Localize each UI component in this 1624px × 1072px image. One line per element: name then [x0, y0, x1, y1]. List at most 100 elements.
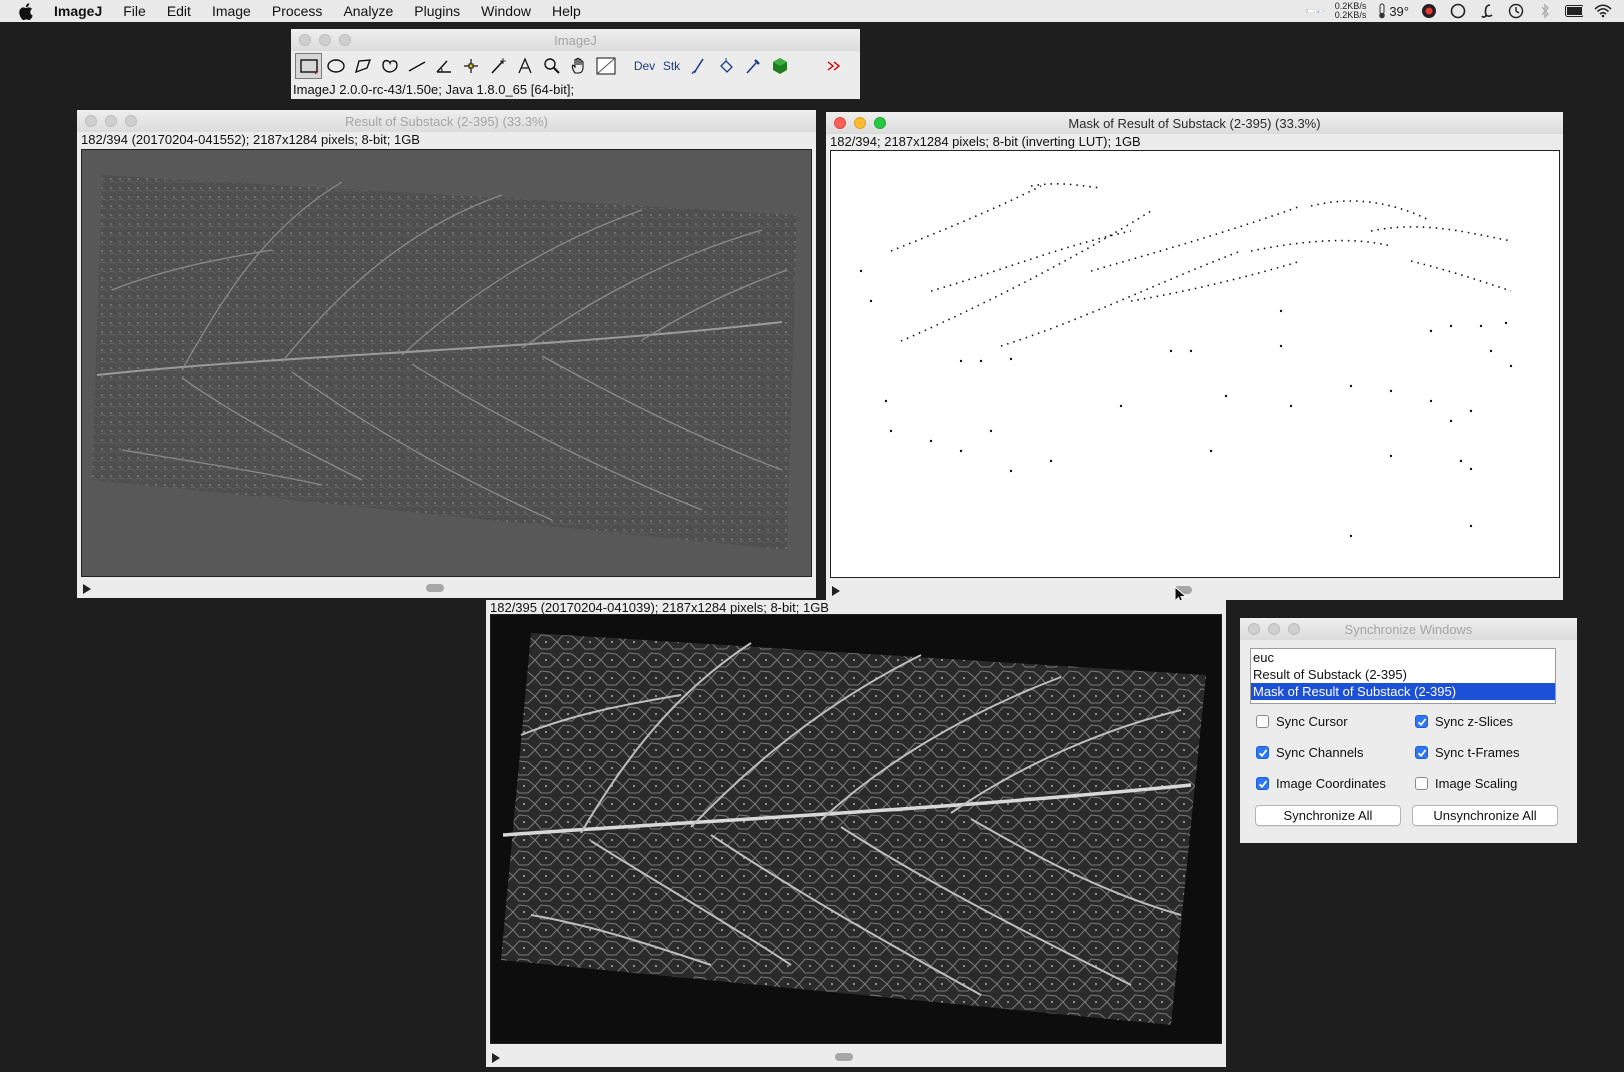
mask-slice-scrollbar[interactable]: [826, 582, 1563, 600]
play-icon[interactable]: [492, 1053, 500, 1063]
menu-plugins[interactable]: Plugins: [414, 3, 460, 19]
point-tool-icon[interactable]: [457, 53, 484, 79]
hand-tool-icon[interactable]: [565, 53, 592, 79]
hexagon-tool-icon[interactable]: [766, 53, 793, 79]
minimize-button[interactable]: [319, 34, 331, 46]
checkbox-box[interactable]: [1256, 777, 1269, 790]
blank-tool[interactable]: [793, 53, 820, 79]
close-button[interactable]: [85, 115, 97, 127]
stk-tool[interactable]: Stk: [658, 53, 685, 79]
minimize-button[interactable]: [854, 117, 866, 129]
brush-tool-icon[interactable]: [685, 53, 712, 79]
euc-image-canvas[interactable]: [490, 614, 1222, 1044]
cpu-graph-icon[interactable]: [1305, 2, 1324, 20]
sync-channels-label: Sync Channels: [1276, 745, 1364, 760]
line-tool-icon[interactable]: [403, 53, 430, 79]
synchronize-all-button[interactable]: Synchronize All: [1255, 805, 1401, 826]
image-coordinates-checkbox[interactable]: Image Coordinates: [1256, 776, 1386, 791]
menu-app-name[interactable]: ImageJ: [54, 3, 102, 19]
toolbar-status-text: ImageJ 2.0.0-rc-43/1.50e; Java 1.8.0_65 …: [293, 82, 575, 97]
menu-image[interactable]: Image: [212, 3, 251, 19]
temperature-text: 39°: [1389, 3, 1409, 19]
net-down-text: 0.2KB/s: [1334, 10, 1367, 20]
image-scaling-label: Image Scaling: [1435, 776, 1518, 791]
image-scaling-checkbox[interactable]: Image Scaling: [1415, 776, 1517, 791]
play-icon[interactable]: [83, 584, 91, 594]
sync-t-frames-label: Sync t-Frames: [1435, 745, 1520, 760]
angle-tool-icon[interactable]: [430, 53, 457, 79]
checkbox-box[interactable]: [1256, 715, 1269, 728]
list-item[interactable]: euc: [1251, 649, 1555, 666]
menu-bar: ImageJ File Edit Image Process Analyze P…: [0, 0, 1624, 22]
oval-tool-icon[interactable]: [322, 53, 349, 79]
bluetooth-icon[interactable]: [1536, 2, 1554, 20]
battery-icon[interactable]: [1565, 2, 1583, 20]
sync-channels-checkbox[interactable]: Sync Channels: [1256, 745, 1363, 760]
result-titlebar[interactable]: Result of Substack (2-395) (33.3%): [77, 110, 816, 132]
menu-help[interactable]: Help: [552, 3, 581, 19]
scroll-track[interactable]: [101, 584, 810, 594]
sync-titlebar[interactable]: Synchronize Windows: [1240, 618, 1577, 640]
text-tool-icon[interactable]: [511, 53, 538, 79]
leaf-edge-image: [82, 150, 811, 576]
scroll-thumb[interactable]: [835, 1053, 853, 1061]
scroll-track[interactable]: [510, 1053, 1220, 1063]
temperature-icon[interactable]: 39°: [1377, 3, 1409, 19]
checkbox-box[interactable]: [1256, 746, 1269, 759]
menu-file[interactable]: File: [123, 3, 146, 19]
menu-process[interactable]: Process: [272, 3, 323, 19]
list-item[interactable]: Result of Substack (2-395): [1251, 666, 1555, 683]
zoom-button[interactable]: [874, 117, 886, 129]
checkbox-box[interactable]: [1415, 746, 1428, 759]
close-button[interactable]: [1248, 623, 1260, 635]
freehand-tool-icon[interactable]: [376, 53, 403, 79]
rectangle-tool-icon[interactable]: [295, 53, 322, 79]
magnifier-tool-icon[interactable]: [538, 53, 565, 79]
dev-tool[interactable]: Dev: [631, 53, 658, 79]
polygon-tool-icon[interactable]: [349, 53, 376, 79]
wifi-icon[interactable]: [1594, 2, 1612, 20]
circle-app-icon[interactable]: [1449, 2, 1467, 20]
mask-image-canvas[interactable]: [830, 150, 1560, 578]
toolbar-titlebar[interactable]: ImageJ: [291, 29, 860, 51]
pipette-tool-icon[interactable]: [739, 53, 766, 79]
apple-logo-icon[interactable]: [18, 2, 38, 20]
sync-z-slices-checkbox[interactable]: Sync z-Slices: [1415, 714, 1513, 729]
time-machine-icon[interactable]: [1507, 2, 1525, 20]
record-icon[interactable]: [1420, 2, 1438, 20]
unsynchronize-all-button[interactable]: Unsynchronize All: [1412, 805, 1558, 826]
menu-window[interactable]: Window: [481, 3, 531, 19]
result-slice-scrollbar[interactable]: [77, 580, 816, 598]
zoom-button[interactable]: [1288, 623, 1300, 635]
window-controls: [1248, 623, 1300, 635]
scroll-track[interactable]: [850, 586, 1557, 596]
checkbox-box[interactable]: [1415, 715, 1428, 728]
menu-analyze[interactable]: Analyze: [343, 3, 393, 19]
euc-window: 182/395 (20170204-041039); 2187x1284 pix…: [486, 600, 1226, 1067]
minimize-button[interactable]: [1268, 623, 1280, 635]
minimize-button[interactable]: [105, 115, 117, 127]
result-image-canvas[interactable]: [81, 149, 812, 577]
more-tools-icon[interactable]: [820, 53, 847, 79]
play-icon[interactable]: [832, 586, 840, 596]
list-item[interactable]: Mask of Result of Substack (2-395): [1251, 683, 1555, 700]
zoom-button[interactable]: [125, 115, 137, 127]
euc-slice-scrollbar[interactable]: [486, 1049, 1226, 1067]
wand-tool-icon[interactable]: [484, 53, 511, 79]
flood-fill-tool-icon[interactable]: [712, 53, 739, 79]
close-button[interactable]: [834, 117, 846, 129]
image-coordinates-label: Image Coordinates: [1276, 776, 1386, 791]
zoom-button[interactable]: [339, 34, 351, 46]
mask-titlebar[interactable]: Mask of Result of Substack (2-395) (33.3…: [826, 112, 1563, 134]
checkbox-box[interactable]: [1415, 777, 1428, 790]
window-list[interactable]: euc Result of Substack (2-395) Mask of R…: [1250, 648, 1556, 704]
color-picker-tool-icon[interactable]: [592, 53, 619, 79]
menu-edit[interactable]: Edit: [167, 3, 191, 19]
window-controls: [85, 115, 137, 127]
sync-cursor-checkbox[interactable]: Sync Cursor: [1256, 714, 1348, 729]
sync-t-frames-checkbox[interactable]: Sync t-Frames: [1415, 745, 1520, 760]
script-l-icon[interactable]: [1478, 2, 1496, 20]
network-speed-icon[interactable]: 0.2KB/s 0.2KB/s: [1335, 2, 1367, 20]
scroll-thumb[interactable]: [426, 584, 444, 592]
close-button[interactable]: [299, 34, 311, 46]
